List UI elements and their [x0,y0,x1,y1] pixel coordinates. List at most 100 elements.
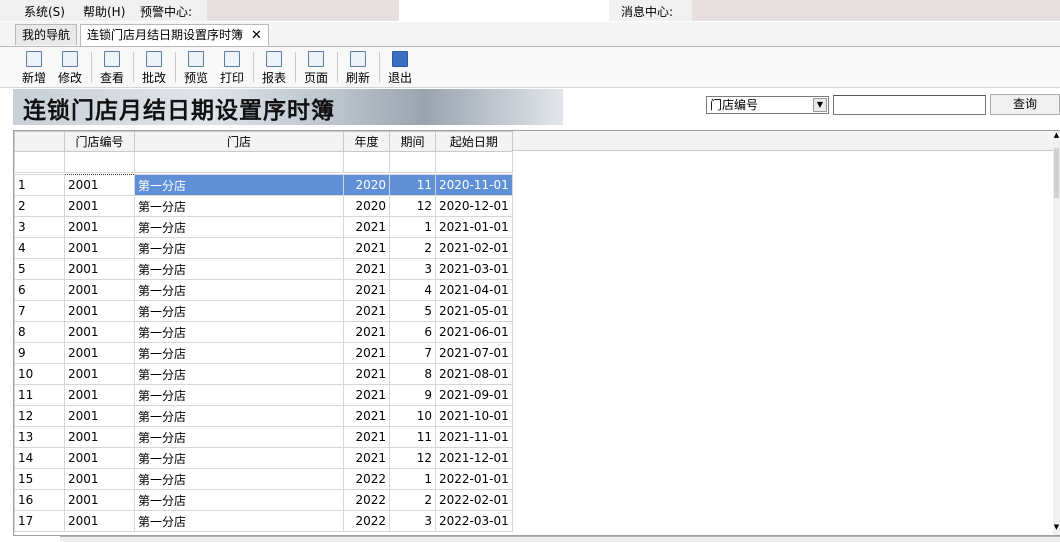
period-cell[interactable]: 6 [389,321,436,343]
start-date-cell[interactable]: 2021-10-01 [435,405,513,427]
period-cell[interactable]: 11 [389,174,436,196]
table-row[interactable]: 7 2001 第一分店 2021 5 2021-05-01 [14,300,513,322]
search-input[interactable] [833,95,986,115]
year-cell[interactable]: 2021 [343,237,390,259]
store-name-cell[interactable]: 第一分店 [134,174,344,196]
store-name-cell[interactable]: 第一分店 [134,489,344,511]
store-code-cell[interactable]: 2001 [64,279,135,301]
store-code-cell[interactable]: 2001 [64,258,135,280]
store-name-cell[interactable]: 第一分店 [134,384,344,406]
start-date-cell[interactable]: 2021-12-01 [435,447,513,469]
year-cell[interactable]: 2021 [343,321,390,343]
period-cell[interactable]: 10 [389,405,436,427]
start-date-cell[interactable]: 2021-03-01 [435,258,513,280]
period-cell[interactable]: 2 [389,237,436,259]
message-center-area[interactable] [692,0,1060,21]
exit-button[interactable]: 退出 [383,49,417,85]
store-code-cell[interactable]: 2001 [64,342,135,364]
table-row[interactable]: 12 2001 第一分店 2021 10 2021-10-01 [14,405,513,427]
scroll-up-icon[interactable]: ▲ [1053,131,1060,143]
scroll-down-icon[interactable]: ▼ [1053,523,1060,535]
store-code-cell[interactable]: 2001 [64,489,135,511]
store-code-cell[interactable]: 2001 [64,447,135,469]
store-code-cell[interactable]: 2001 [64,300,135,322]
store-code-cell[interactable]: 2001 [64,384,135,406]
period-cell[interactable]: 12 [389,195,436,217]
year-cell[interactable]: 2022 [343,510,390,532]
start-date-cell[interactable]: 2022-02-01 [435,489,513,511]
filter-cell[interactable] [343,151,390,173]
table-row[interactable]: 2 2001 第一分店 2020 12 2020-12-01 [14,195,513,217]
start-date-cell[interactable]: 2021-06-01 [435,321,513,343]
alert-center-area[interactable] [207,0,399,21]
tab-month-end-settings[interactable]: 连锁门店月结日期设置序时簿 ✕ [80,24,269,46]
year-cell[interactable]: 2021 [343,405,390,427]
store-code-cell[interactable]: 2001 [64,321,135,343]
close-icon[interactable]: ✕ [251,28,262,43]
table-row[interactable]: 8 2001 第一分店 2021 6 2021-06-01 [14,321,513,343]
period-cell[interactable]: 3 [389,258,436,280]
table-row[interactable]: 5 2001 第一分店 2021 3 2021-03-01 [14,258,513,280]
start-date-cell[interactable]: 2021-04-01 [435,279,513,301]
year-cell[interactable]: 2021 [343,300,390,322]
filter-cell[interactable] [134,151,344,173]
store-code-cell[interactable]: 2001 [64,174,135,196]
start-date-cell[interactable]: 2020-11-01 [435,174,513,196]
store-name-cell[interactable]: 第一分店 [134,279,344,301]
store-name-cell[interactable]: 第一分店 [134,468,344,490]
store-name-cell[interactable]: 第一分店 [134,405,344,427]
view-button[interactable]: 查看 [95,49,129,85]
period-cell[interactable]: 11 [389,426,436,448]
report-button[interactable]: 报表 [257,49,291,85]
table-row[interactable]: 6 2001 第一分店 2021 4 2021-04-01 [14,279,513,301]
start-date-cell[interactable]: 2021-07-01 [435,342,513,364]
store-name-cell[interactable]: 第一分店 [134,363,344,385]
store-name-cell[interactable]: 第一分店 [134,342,344,364]
year-cell[interactable]: 2021 [343,258,390,280]
store-code-cell[interactable]: 2001 [64,405,135,427]
preview-button[interactable]: 预览 [179,49,213,85]
chevron-down-icon[interactable]: ▼ [813,98,827,112]
year-cell[interactable]: 2021 [343,447,390,469]
store-code-cell[interactable]: 2001 [64,195,135,217]
menu-help[interactable]: 帮助(H) [83,3,125,20]
year-cell[interactable]: 2021 [343,426,390,448]
period-cell[interactable]: 4 [389,279,436,301]
scroll-thumb[interactable] [1054,148,1059,198]
menu-system[interactable]: 系统(S) [24,3,65,20]
table-row[interactable]: 9 2001 第一分店 2021 7 2021-07-01 [14,342,513,364]
column-header-period[interactable]: 期间 [389,131,436,152]
year-cell[interactable]: 2021 [343,279,390,301]
start-date-cell[interactable]: 2022-01-01 [435,468,513,490]
period-cell[interactable]: 7 [389,342,436,364]
start-date-cell[interactable]: 2021-11-01 [435,426,513,448]
table-row[interactable]: 3 2001 第一分店 2021 1 2021-01-01 [14,216,513,238]
store-name-cell[interactable]: 第一分店 [134,258,344,280]
filter-cell[interactable] [435,151,513,173]
horizontal-scrollbar[interactable] [60,536,1060,542]
table-row[interactable]: 4 2001 第一分店 2021 2 2021-02-01 [14,237,513,259]
year-cell[interactable]: 2021 [343,216,390,238]
year-cell[interactable]: 2022 [343,468,390,490]
year-cell[interactable]: 2020 [343,174,390,196]
store-code-cell[interactable]: 2001 [64,237,135,259]
tab-my-navigation[interactable]: 我的导航 [15,24,78,45]
edit-button[interactable]: 修改 [53,49,87,85]
year-cell[interactable]: 2022 [343,489,390,511]
new-button[interactable]: 新增 [17,49,51,85]
store-name-cell[interactable]: 第一分店 [134,426,344,448]
column-header-store-code[interactable]: 门店编号 [64,131,135,152]
table-row[interactable]: 17 2001 第一分店 2022 3 2022-03-01 [14,510,513,532]
start-date-cell[interactable]: 2021-08-01 [435,363,513,385]
store-name-cell[interactable]: 第一分店 [134,216,344,238]
store-code-cell[interactable]: 2001 [64,363,135,385]
refresh-button[interactable]: 刷新 [341,49,375,85]
search-field-select[interactable]: 门店编号 ▼ [706,96,829,114]
table-row[interactable]: 14 2001 第一分店 2021 12 2021-12-01 [14,447,513,469]
start-date-cell[interactable]: 2021-09-01 [435,384,513,406]
period-cell[interactable]: 1 [389,216,436,238]
year-cell[interactable]: 2020 [343,195,390,217]
column-header-start-date[interactable]: 起始日期 [435,131,513,152]
store-name-cell[interactable]: 第一分店 [134,300,344,322]
search-button[interactable]: 查询 [990,94,1060,115]
